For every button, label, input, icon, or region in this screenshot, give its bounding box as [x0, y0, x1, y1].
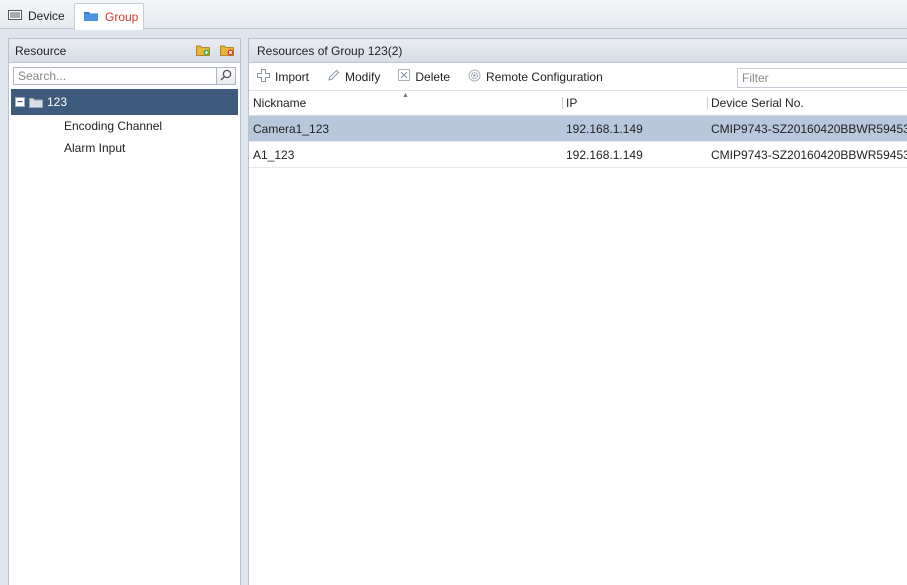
search-button[interactable] — [216, 67, 236, 85]
delete-button[interactable]: Delete — [398, 69, 450, 84]
column-header-serial[interactable]: Device Serial No. — [707, 91, 907, 116]
column-divider[interactable] — [562, 97, 563, 109]
add-group-icon[interactable] — [196, 44, 210, 59]
tab-group-label: Group — [105, 10, 139, 24]
tab-group[interactable]: Group — [74, 3, 144, 30]
resources-table: Nickname ▲ IP Device Serial No. Camera1_… — [249, 91, 907, 168]
resources-toolbar: Import Modify Delete Remote Configuratio… — [249, 63, 907, 91]
tree-item-label: Alarm Input — [64, 141, 126, 155]
collapse-icon[interactable]: − — [15, 97, 25, 108]
tree-node-group[interactable]: − 123 — [11, 89, 238, 115]
tree-node-group-label: 123 — [47, 95, 68, 109]
cell-serial: CMIP9743-SZ20160420BBWR594536... — [707, 115, 907, 142]
resource-panel: Resource Search... − 123 Encoding Channe… — [8, 38, 241, 585]
search-icon — [220, 69, 232, 84]
table-row[interactable]: A1_123 192.168.1.149 CMIP9743-SZ20160420… — [249, 141, 907, 168]
column-header-nickname[interactable]: Nickname ▲ — [249, 91, 562, 116]
modify-button[interactable]: Modify — [327, 69, 380, 85]
gear-icon — [468, 69, 481, 85]
group-node-icon — [29, 97, 43, 108]
remote-configuration-label: Remote Configuration — [486, 69, 603, 84]
import-label: Import — [275, 69, 310, 84]
device-list-icon — [8, 9, 22, 24]
search-input[interactable] — [13, 67, 216, 85]
modify-label: Modify — [345, 69, 381, 84]
filter-input[interactable] — [737, 68, 907, 88]
delete-x-icon — [398, 69, 411, 84]
cell-nickname: Camera1_123 — [249, 115, 562, 142]
cell-ip: 192.168.1.149 — [562, 141, 707, 168]
column-divider[interactable] — [707, 97, 708, 109]
tree-item-alarm-input[interactable]: Alarm Input — [9, 137, 240, 159]
sort-ascending-icon: ▲ — [402, 92, 409, 99]
resource-panel-title: Resource — [15, 43, 67, 58]
tree-item-label: Encoding Channel — [64, 119, 163, 133]
delete-group-icon[interactable] — [220, 44, 234, 59]
group-folder-icon — [83, 10, 99, 25]
cell-ip: 192.168.1.149 — [562, 115, 707, 142]
group-resources-header: Resources of Group 123(2) — [249, 39, 907, 63]
group-resources-title: Resources of Group 123(2) — [257, 43, 403, 58]
import-button[interactable]: Import — [257, 68, 310, 85]
table-row[interactable]: Camera1_123 192.168.1.149 CMIP9743-SZ201… — [249, 115, 907, 142]
cell-serial: CMIP9743-SZ20160420BBWR594536... — [707, 141, 907, 168]
resource-search — [13, 67, 236, 85]
tab-device-label: Device — [28, 9, 65, 23]
pencil-icon — [327, 69, 340, 85]
tree-item-encoding-channel[interactable]: Encoding Channel — [9, 115, 240, 137]
tab-device[interactable]: Device — [0, 3, 74, 29]
delete-label: Delete — [415, 69, 451, 84]
remote-configuration-button[interactable]: Remote Configuration — [468, 69, 603, 85]
plus-icon — [257, 68, 270, 85]
cell-nickname: A1_123 — [249, 141, 562, 168]
table-header-row: Nickname ▲ IP Device Serial No. — [249, 91, 907, 116]
resource-panel-header: Resource — [9, 39, 240, 63]
tab-bar: Device Group — [0, 0, 907, 30]
group-resources-panel: Resources of Group 123(2) Import Modify — [248, 38, 907, 585]
column-header-ip[interactable]: IP — [562, 91, 707, 116]
